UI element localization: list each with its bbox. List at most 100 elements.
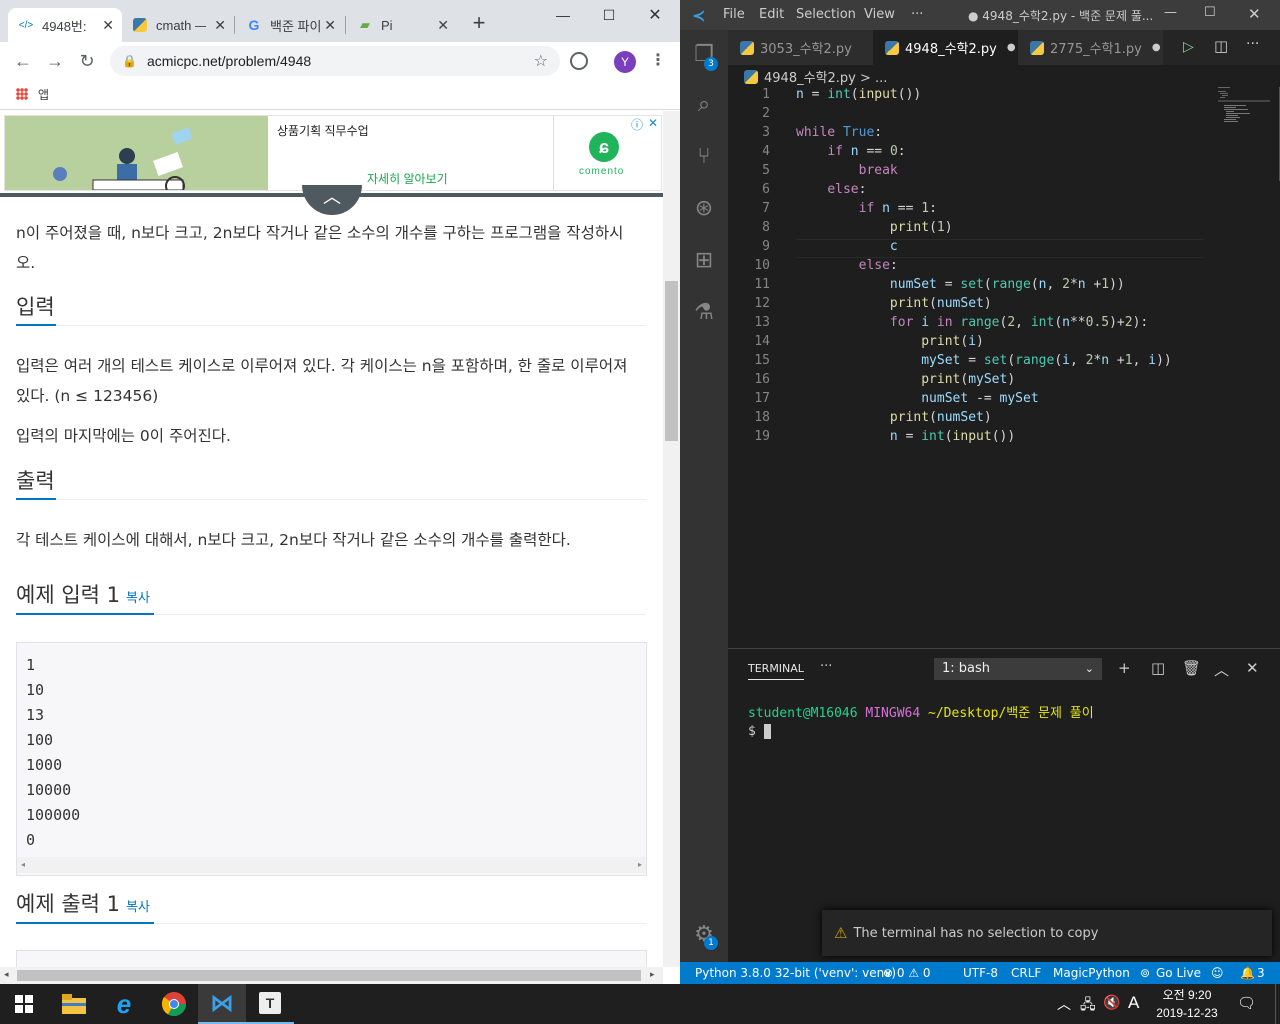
- ad-close-icon[interactable]: ✕: [648, 116, 658, 130]
- tray-overflow-icon[interactable]: ︿: [1057, 994, 1071, 1014]
- tab-2775[interactable]: 2775_수학1.py ●: [1018, 30, 1163, 65]
- apps-label[interactable]: 앱: [38, 86, 49, 103]
- internet-explorer-icon[interactable]: e: [100, 984, 148, 1024]
- split-editor-icon[interactable]: ◫: [1214, 37, 1228, 55]
- comento-logo[interactable]: ɕ: [589, 132, 619, 162]
- terminal-output[interactable]: student@M16046 MINGW64 ~/Desktop/백준 문제 풀…: [748, 705, 1094, 741]
- bell-icon[interactable]: 🔔: [1240, 966, 1255, 980]
- go-live[interactable]: Go Live: [1156, 966, 1201, 980]
- tab-pi[interactable]: ▰ Pi ✕: [347, 8, 457, 42]
- show-desktop[interactable]: [1275, 984, 1280, 1024]
- close-icon[interactable]: ✕: [214, 17, 226, 34]
- tab-4948[interactable]: </> 4948번: ✕: [8, 8, 122, 42]
- breadcrumb-text[interactable]: 4948_수학2.py > ...: [764, 67, 887, 86]
- code-editor[interactable]: 1 2 3 4 5 6 7 8 9 10 11 12 13 14 15 16 17 18 19 n = int(in…: [728, 87, 1280, 647]
- tab-3053[interactable]: 3053_수학2.py: [728, 30, 873, 65]
- horizontal-scrollbar[interactable]: ◂ ▸: [0, 967, 663, 984]
- source-control-icon[interactable]: ⑂: [680, 132, 728, 180]
- ad-banner[interactable]: 상품기획 직무수업 자세히 알아보기 ɕ comento ⓘ ✕: [4, 115, 662, 191]
- chrome-icon[interactable]: [150, 984, 198, 1024]
- ad-cta[interactable]: 자세히 알아보기: [367, 170, 448, 187]
- dirty-indicator[interactable]: ●: [1007, 42, 1016, 53]
- line-ending[interactable]: CRLF: [1011, 966, 1041, 980]
- panel-more[interactable]: ···: [820, 659, 832, 674]
- split-terminal-icon[interactable]: ◫: [1151, 659, 1165, 677]
- terminal-tab[interactable]: TERMINAL: [748, 662, 804, 680]
- close-panel-icon[interactable]: ✕: [1246, 659, 1259, 677]
- tab-google[interactable]: G 백준 파이 ✕: [236, 8, 344, 42]
- extension-icon[interactable]: [570, 52, 588, 70]
- maximize-button[interactable]: ☐: [1204, 5, 1216, 20]
- star-icon[interactable]: ☆: [534, 51, 548, 71]
- ad-info-icon[interactable]: ⓘ: [631, 116, 643, 133]
- broadcast-icon[interactable]: ⊚: [1140, 966, 1150, 980]
- tab-4948[interactable]: 4948_수학2.py ●: [873, 30, 1018, 65]
- copy-button[interactable]: 복사: [126, 900, 150, 915]
- clock[interactable]: 오전 9:20 2019-12-23: [1148, 986, 1226, 1022]
- test-flask-icon[interactable]: ⚗: [680, 288, 728, 336]
- extensions-icon[interactable]: ⊞: [680, 236, 728, 284]
- windows-start-icon[interactable]: [0, 984, 48, 1024]
- reload-button[interactable]: ↻: [75, 50, 99, 72]
- sample-input-box[interactable]: 1 10 13 100 1000 10000 100000 0: [16, 642, 647, 876]
- encoding[interactable]: UTF-8: [963, 966, 998, 980]
- gear-icon[interactable]: ⚙: [680, 910, 728, 958]
- sample-scrollbar[interactable]: ◂ ▸: [17, 857, 646, 873]
- maximize-button[interactable]: ☐: [586, 0, 632, 30]
- menu-edit[interactable]: Edit: [759, 7, 784, 22]
- new-tab-button[interactable]: +: [468, 12, 490, 34]
- menu-icon[interactable]: ⋮: [650, 50, 666, 70]
- close-icon[interactable]: ✕: [324, 17, 336, 34]
- menu-view[interactable]: View: [864, 7, 895, 22]
- back-button[interactable]: ←: [11, 50, 35, 72]
- trash-icon[interactable]: 🗑: [1182, 659, 1201, 677]
- notification-toast[interactable]: ⚠ The terminal has no selection to copy: [822, 910, 1272, 956]
- vscode-taskbar-icon[interactable]: ⋈: [198, 984, 246, 1024]
- tab-cmath[interactable]: cmath — ✕: [122, 8, 234, 42]
- dirty-indicator[interactable]: ●: [1152, 42, 1161, 53]
- more-actions-icon[interactable]: ···: [1246, 36, 1259, 52]
- feedback-smiley-icon[interactable]: ☺: [1211, 966, 1224, 980]
- debug-icon[interactable]: ⊛: [680, 184, 728, 232]
- search-icon[interactable]: ⌕: [680, 80, 728, 128]
- vertical-scrollbar[interactable]: [663, 111, 680, 967]
- menu-file[interactable]: File: [723, 7, 745, 22]
- close-window-button[interactable]: ✕: [1248, 5, 1261, 23]
- ime-indicator[interactable]: A: [1128, 993, 1139, 1013]
- close-icon[interactable]: ✕: [437, 17, 449, 34]
- problems-count[interactable]: ⊗ 0 ⚠ 0: [883, 966, 931, 980]
- explorer-icon[interactable]: ❐: [680, 30, 728, 78]
- chevron-up-icon[interactable]: ︿: [302, 185, 362, 215]
- menu-selection[interactable]: Selection: [796, 7, 856, 22]
- apps-icon[interactable]: [16, 88, 28, 100]
- action-center-icon[interactable]: 🗨: [1237, 994, 1256, 1012]
- sample-output-box[interactable]: [16, 950, 647, 967]
- file-explorer-icon[interactable]: [50, 984, 98, 1024]
- close-icon[interactable]: ✕: [102, 17, 114, 34]
- scroll-thumb[interactable]: [665, 281, 678, 441]
- network-icon[interactable]: 🖧: [1080, 994, 1096, 1018]
- editor-scrollbar[interactable]: [1267, 87, 1280, 181]
- chevron-up-icon[interactable]: ︿: [1214, 659, 1229, 680]
- volume-mute-icon[interactable]: 🔇: [1103, 994, 1120, 1011]
- avatar[interactable]: Y: [614, 51, 636, 73]
- ad-headline[interactable]: 상품기획 직무수업: [277, 122, 369, 139]
- run-icon[interactable]: ▷: [1183, 39, 1194, 55]
- minimap[interactable]: [1218, 87, 1270, 127]
- python-interpreter[interactable]: Python 3.8.0 32-bit ('venv': venv): [695, 966, 896, 980]
- typora-taskbar-icon[interactable]: T: [246, 984, 294, 1024]
- breadcrumb[interactable]: 4948_수학2.py > ...: [744, 67, 887, 86]
- copy-button[interactable]: 복사: [126, 591, 150, 606]
- scroll-thumb[interactable]: [17, 970, 641, 981]
- add-terminal-icon[interactable]: +: [1118, 659, 1131, 677]
- close-window-button[interactable]: ✕: [632, 0, 678, 30]
- forward-button[interactable]: →: [43, 50, 67, 72]
- notification-count[interactable]: 3: [1257, 966, 1265, 980]
- minimize-button[interactable]: —: [1164, 5, 1177, 20]
- minimize-button[interactable]: —: [540, 0, 586, 30]
- address-bar[interactable]: 🔒 acmicpc.net/problem/4948 ☆: [110, 46, 560, 76]
- page-content: 상품기획 직무수업 자세히 알아보기 ɕ comento ⓘ ✕ ︿ n이 주어…: [0, 111, 663, 967]
- terminal-select[interactable]: 1: bash ⌄: [934, 658, 1102, 680]
- language-mode[interactable]: MagicPython: [1053, 966, 1130, 980]
- menu-more[interactable]: ···: [911, 7, 923, 22]
